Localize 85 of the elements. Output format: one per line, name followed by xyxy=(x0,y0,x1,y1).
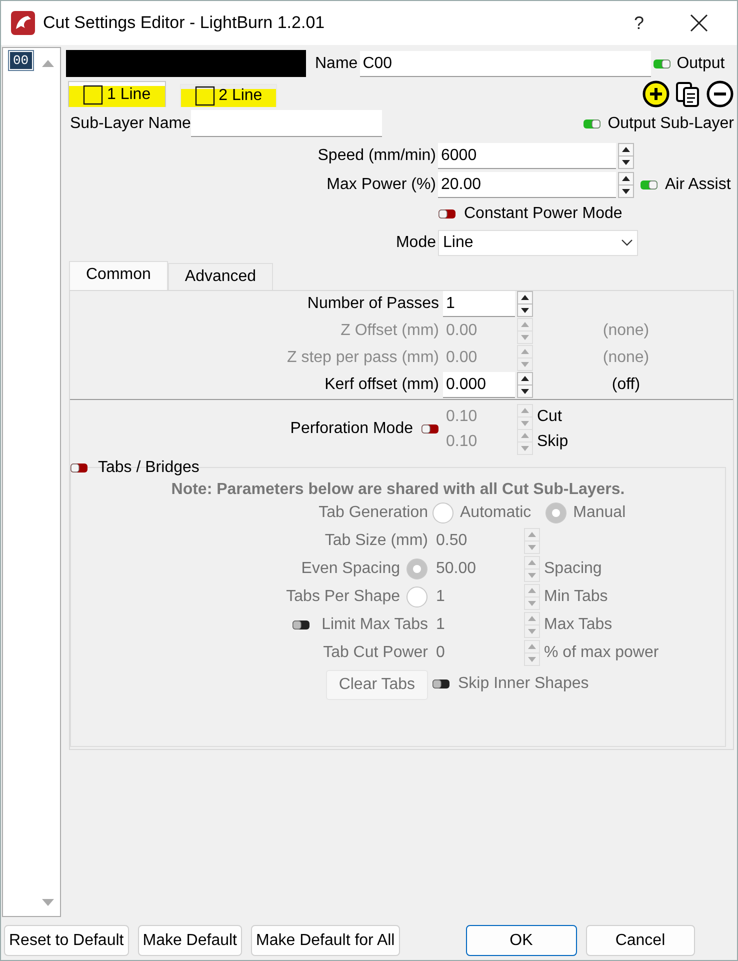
option-label: Automatic xyxy=(460,504,532,522)
toggle-switch[interactable] xyxy=(652,58,671,70)
number-field[interactable]: 1 xyxy=(443,291,515,317)
toggle-switch[interactable] xyxy=(438,208,456,220)
help-button[interactable]: ? xyxy=(609,12,669,34)
window-title: Cut Settings Editor - LightBurn 1.2.01 xyxy=(43,13,326,33)
toggle-switch[interactable] xyxy=(292,619,310,631)
field-label: Even Spacing xyxy=(301,560,400,578)
radio-button[interactable] xyxy=(432,502,454,524)
toggle-switch[interactable] xyxy=(582,118,601,130)
hint-text: (none) xyxy=(602,322,650,340)
field-label: Name xyxy=(315,54,358,72)
remove-icon[interactable] xyxy=(706,80,734,108)
logo-icon xyxy=(11,10,35,36)
field-label: Z step per pass (mm) xyxy=(286,349,440,367)
field-label: Z Offset (mm) xyxy=(340,322,440,340)
scroll-down-icon[interactable] xyxy=(41,898,55,908)
radio-button[interactable] xyxy=(545,502,568,524)
scroll-up-icon[interactable] xyxy=(41,58,55,68)
number-field[interactable]: 20.00 xyxy=(438,172,616,198)
dialog-button[interactable]: Cancel xyxy=(586,925,695,956)
toggle-switch[interactable] xyxy=(432,678,450,690)
hint-text: (off) xyxy=(610,376,642,394)
number-field[interactable]: 6000 xyxy=(438,143,616,169)
field-label: Skip xyxy=(536,432,570,450)
swatch-icon xyxy=(194,86,215,106)
number-field[interactable]: 1 xyxy=(432,616,520,634)
toggle-switch[interactable] xyxy=(70,462,88,474)
sub-layer-tab[interactable]: 2 Line xyxy=(180,84,278,107)
toggle-label: Air Assist xyxy=(665,176,731,194)
field-label: Limit Max Tabs xyxy=(322,616,428,634)
toggle-label: Tabs / Bridges xyxy=(98,459,200,477)
close-icon[interactable] xyxy=(689,13,709,33)
add-icon[interactable] xyxy=(642,80,670,108)
field-label: Tabs Per Shape xyxy=(286,588,400,606)
field-label: Number of Passes xyxy=(306,295,440,313)
dialog-button[interactable]: OK xyxy=(466,925,577,956)
dialog-button[interactable]: Reset to Default xyxy=(4,925,129,956)
field-label: Tab Size (mm) xyxy=(324,532,428,550)
field-label: Sub-Layer Name xyxy=(70,114,191,132)
field-label: Max Tabs xyxy=(544,616,614,634)
sub-layer-name-field[interactable] xyxy=(190,110,382,137)
toggle-switch[interactable] xyxy=(421,423,439,435)
swatch-icon xyxy=(83,84,103,104)
field-label: Spacing xyxy=(544,560,603,578)
number-field[interactable]: 0.50 xyxy=(432,532,520,550)
field-label: % of max power xyxy=(544,644,660,662)
field-label: Kerf offset (mm) xyxy=(324,376,440,394)
toggle-switch[interactable] xyxy=(640,179,658,191)
mode-dropdown[interactable]: Line xyxy=(438,230,638,256)
toggle-label: Output Sub-Layer xyxy=(608,114,734,132)
spin-buttons[interactable] xyxy=(618,143,634,169)
number-field[interactable]: 0 xyxy=(432,644,520,662)
dialog-button[interactable]: Make Default xyxy=(138,925,242,956)
field-label: Skip Inner Shapes xyxy=(458,675,589,693)
dialog-button[interactable]: Make Default for All xyxy=(251,925,400,956)
toggle-label: Output xyxy=(676,54,725,72)
number-field[interactable]: 0.000 xyxy=(443,372,515,398)
hint-text: (none) xyxy=(602,349,650,367)
field-label: Cut xyxy=(536,408,563,426)
note-text: Note: Parameters below are shared with all Cut Sub-Layers. xyxy=(170,481,626,499)
copy-icon[interactable] xyxy=(674,80,702,108)
sub-layer-tab[interactable]: 1 Line xyxy=(68,81,166,107)
field-label: Tab Cut Power xyxy=(323,644,428,662)
chevron-down-icon xyxy=(621,239,633,247)
layer-item[interactable]: 00 xyxy=(9,51,33,70)
field-label: Min Tabs xyxy=(544,588,609,606)
toggle-label: Constant Power Mode xyxy=(464,205,622,223)
option-label: Manual xyxy=(573,504,626,522)
radio-button[interactable] xyxy=(406,586,428,608)
field-label: Tab Generation xyxy=(318,504,428,522)
tab[interactable]: Common xyxy=(69,261,168,290)
number-field[interactable]: 1 xyxy=(432,588,520,606)
tab[interactable]: Advanced xyxy=(168,263,274,290)
clear-tabs-button[interactable]: Clear Tabs xyxy=(326,670,428,700)
toggle-label: Perforation Mode xyxy=(290,420,413,438)
number-field[interactable]: 50.00 xyxy=(432,560,520,578)
name-field[interactable]: C00 xyxy=(360,50,651,76)
spin-buttons[interactable] xyxy=(517,291,533,317)
spin-buttons[interactable] xyxy=(618,172,634,198)
field-label: Mode xyxy=(394,234,436,252)
spin-buttons[interactable] xyxy=(517,372,533,398)
field-label: Speed (mm/min) xyxy=(316,147,436,165)
radio-button[interactable] xyxy=(406,558,428,580)
field-label: Max Power (%) xyxy=(326,176,436,194)
